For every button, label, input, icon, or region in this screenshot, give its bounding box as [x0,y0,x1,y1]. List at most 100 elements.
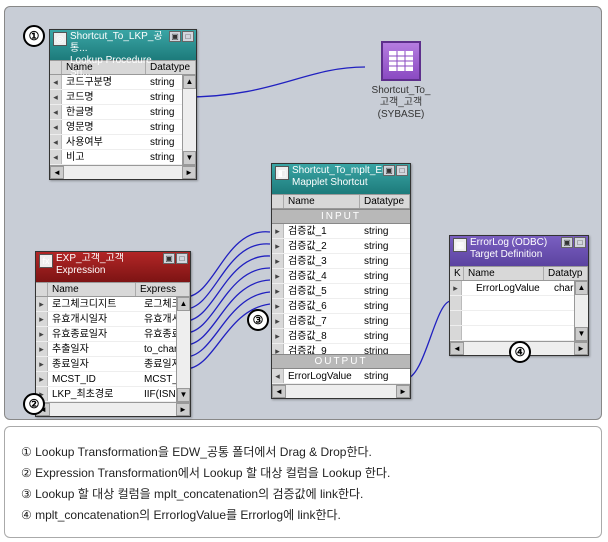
table-row[interactable]: ◂사용여부string [50,135,196,150]
table-row[interactable]: ▸검증값_1string [272,224,410,239]
table-row[interactable]: ▸검증값_8string [272,329,410,344]
cell: 검증값_9 [284,344,360,354]
table-row[interactable]: ▸추출일자to_char( [36,342,190,357]
lookup-panel[interactable]: ◎ Shortcut_To_LKP_공통... Lookup Procedure… [49,29,197,180]
row-marker: ▸ [272,269,284,283]
scrollbar-vertical[interactable]: ▲ ▼ [182,75,196,165]
cell: 검증값_6 [284,299,360,313]
scrollbar-vertical[interactable]: ▲ ▼ [574,281,588,341]
cell: 유효개시일자 [48,312,140,326]
scroll-right-button[interactable]: ► [176,403,190,416]
badge-4: ④ [509,341,531,363]
scrollbar-horizontal[interactable]: ◄ ► [36,402,190,416]
maximize-button[interactable]: □ [396,165,408,176]
table-row[interactable]: ▸유효개시일자유효개시 [36,312,190,327]
table-row[interactable]: ▸검증값_6string [272,299,410,314]
scroll-down-button[interactable]: ▼ [575,327,588,341]
scroll-down-button[interactable]: ▼ [177,388,190,402]
row-marker: ▸ [272,344,284,354]
table-row[interactable]: ▸검증값_9string [272,344,410,354]
expand-button[interactable]: ▣ [561,237,573,248]
scroll-up-button[interactable]: ▲ [177,297,190,311]
table-row[interactable]: ◂비고string [50,150,196,165]
mapplet-titlebar[interactable]: ◧ Shortcut_To_mplt_Err... Mapplet Shortc… [272,164,410,194]
table-icon: ▦ [453,238,467,252]
scrollbar-horizontal[interactable]: ◄ ► [272,384,410,398]
expand-button[interactable]: ▣ [383,165,395,176]
cell: 검증값_7 [284,314,360,328]
row-marker: ◂ [50,150,62,164]
scroll-up-button[interactable]: ▲ [183,75,196,89]
table-row[interactable]: ◂ErrorLogValuestring [272,369,410,384]
target-label-2: 고객_고객 [361,97,441,109]
table-row[interactable]: ▸LKP_최초경로IIF(ISNUI [36,387,190,402]
scroll-down-button[interactable]: ▼ [183,151,196,165]
table-row[interactable]: ◂코드명string [50,90,196,105]
maximize-button[interactable]: □ [182,31,194,42]
cell: 로그체크디지트 [48,297,140,311]
scroll-left-button[interactable]: ◄ [450,342,464,355]
maximize-button[interactable]: □ [176,253,188,264]
legend-line-3: ③ Lookup 할 대상 컬럼을 mplt_concatenation의 검증… [21,485,585,502]
col-name: Name [464,267,544,280]
scroll-right-button[interactable]: ► [182,166,196,179]
mapplet-output-rows: ◂ErrorLogValuestring [272,369,410,384]
table-row[interactable]: ▸종료일자종료일자 [36,357,190,372]
mapplet-input-rows: ▸검증값_1string▸검증값_2string▸검증값_3string▸검증값… [272,224,410,354]
table-row[interactable]: ▸검증값_5string [272,284,410,299]
mapplet-title-1: Shortcut_To_mplt_Err... [292,165,383,177]
scrollbar-horizontal[interactable]: ◄ ► [50,165,196,179]
cell-name: ErrorLogValue [472,281,550,295]
table-row [450,311,588,326]
cell: 사용여부 [62,135,146,149]
row-marker: ▸ [450,281,462,295]
errorlog-header-row: K Name Datatyp [450,266,588,281]
cell: 검증값_2 [284,239,360,253]
maximize-button[interactable]: □ [574,237,586,248]
lookup-titlebar[interactable]: ◎ Shortcut_To_LKP_공통... Lookup Procedure… [50,30,196,60]
lookup-header-row: Name Datatype [50,60,196,75]
expression-panel[interactable]: fx EXP_고객_고객 Expression ▣ □ Name Express… [35,251,191,417]
cell: 유효종료일자 [48,327,140,341]
table-row[interactable]: ◂코드구분명string [50,75,196,90]
table-row[interactable]: ▸로그체크디지트로그체크 [36,297,190,312]
target-shortcut[interactable]: Shortcut_To_ 고객_고객 (SYBASE) [361,41,441,121]
scroll-left-button[interactable]: ◄ [272,385,286,398]
table-row[interactable]: ▸ErrorLogValuechar [450,281,588,296]
errorlog-panel[interactable]: ▦ ErrorLog (ODBC) Target Definition ▣ □ … [449,235,589,356]
table-row[interactable]: ▸검증값_3string [272,254,410,269]
legend-line-4: ④ mplt_concatenation의 ErrorlogValue를 Err… [21,506,585,523]
scroll-right-button[interactable]: ► [396,385,410,398]
cell: string [360,369,410,383]
cell: string [360,269,410,283]
col-datatype: Datatype [360,195,410,208]
scroll-right-button[interactable]: ► [574,342,588,355]
table-row[interactable]: ◂영문명string [50,120,196,135]
scroll-up-button[interactable]: ▲ [575,281,588,295]
table-row[interactable]: ▸검증값_2string [272,239,410,254]
table-row[interactable]: ▸검증값_4string [272,269,410,284]
expression-header-row: Name Express [36,282,190,297]
cell: string [360,284,410,298]
table-row[interactable]: ▸검증값_7string [272,314,410,329]
cell: 검증값_8 [284,329,360,343]
row-marker: ▸ [272,329,284,343]
lookup-title-1: Shortcut_To_LKP_공통... [70,31,169,55]
table-row[interactable]: ▸유효종료일자유효종료 [36,327,190,342]
expand-button[interactable]: ▣ [169,31,181,42]
col-name: Name [48,283,136,296]
expand-button[interactable]: ▣ [163,253,175,264]
cell: string [360,254,410,268]
cell: string [360,299,410,313]
scrollbar-vertical[interactable]: ▲ ▼ [176,297,190,402]
lookup-icon: ◎ [53,32,67,46]
workspace: ① ② ③ ④ ◎ Shortcut_To_LKP_공통... Lookup P… [4,6,602,420]
errorlog-titlebar[interactable]: ▦ ErrorLog (ODBC) Target Definition ▣ □ [450,236,588,266]
table-row[interactable]: ▸MCST_IDMCST_I [36,372,190,387]
row-marker: ◂ [272,369,284,383]
scroll-left-button[interactable]: ◄ [50,166,64,179]
expression-titlebar[interactable]: fx EXP_고객_고객 Expression ▣ □ [36,252,190,282]
errorlog-rows: ▸ErrorLogValuechar [450,281,588,341]
mapplet-panel[interactable]: ◧ Shortcut_To_mplt_Err... Mapplet Shortc… [271,163,411,399]
table-row[interactable]: ◂한글명string [50,105,196,120]
